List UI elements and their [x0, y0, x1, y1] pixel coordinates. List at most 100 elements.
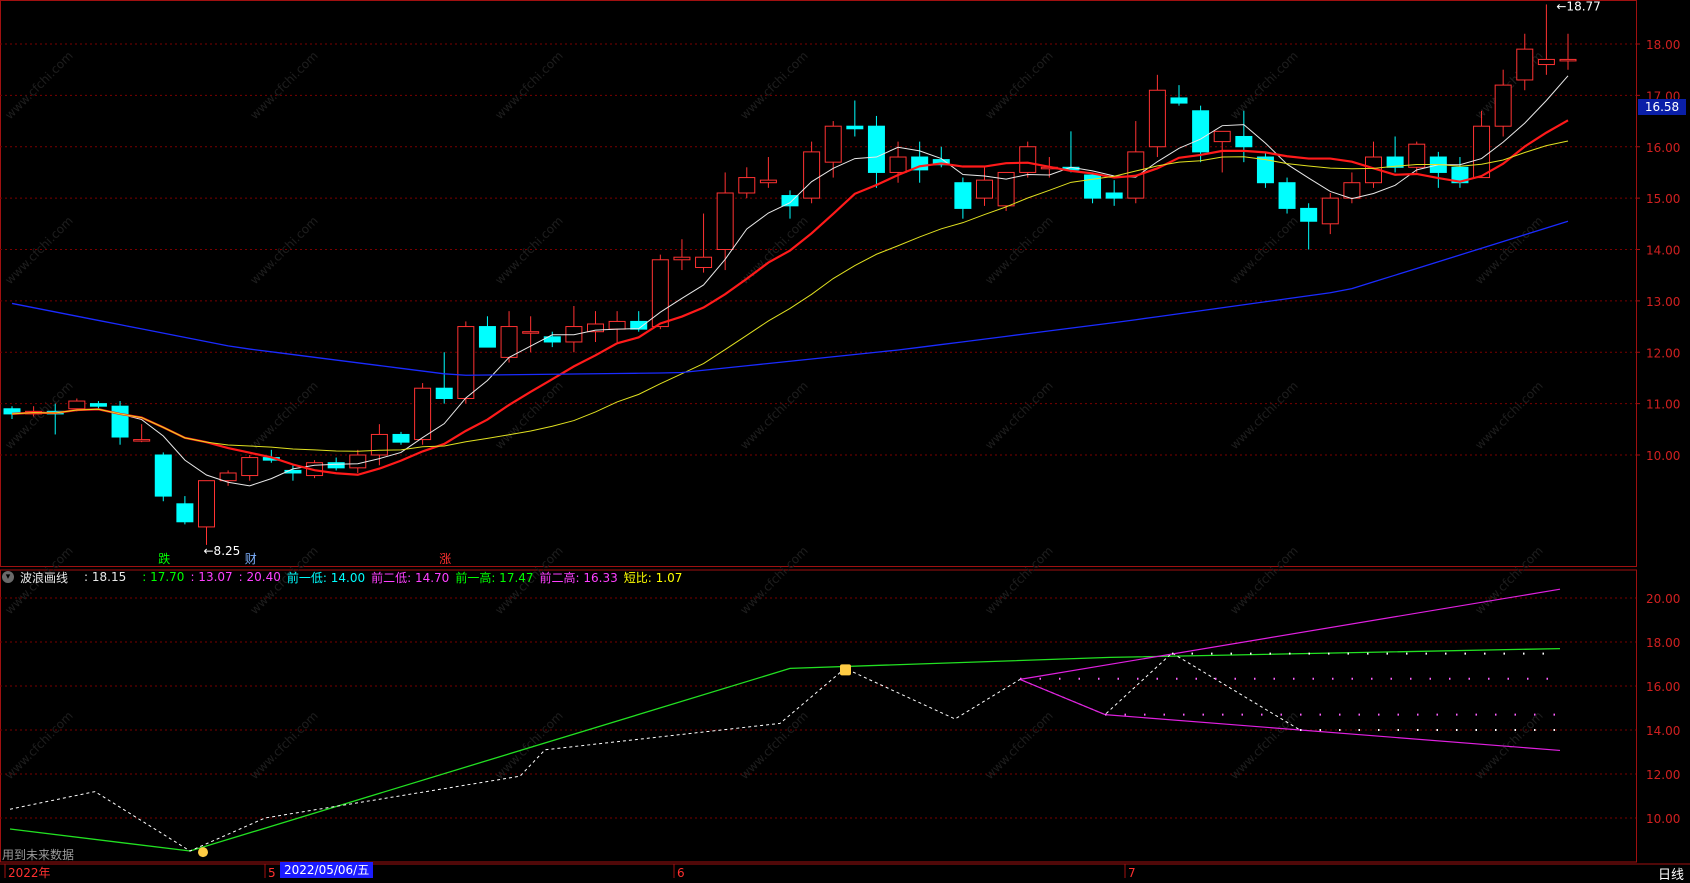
candle-down[interactable]: [1300, 207, 1318, 222]
candle-up[interactable]: [1213, 130, 1231, 143]
candle-down[interactable]: [954, 182, 972, 209]
candle-up[interactable]: [716, 192, 734, 251]
candle-up[interactable]: [976, 179, 993, 199]
candle-down[interactable]: [1105, 192, 1123, 199]
candle-up[interactable]: [133, 439, 151, 442]
candle-up[interactable]: [414, 387, 432, 441]
watermark-text: www.cfchi.com: [492, 214, 566, 288]
candle-up[interactable]: [889, 156, 907, 173]
watermark-text: www.cfchi.com: [982, 709, 1056, 783]
indicator-header: ▾ 波浪画线 : 18.15 : 17.70 : 13.07 : 20.40 前…: [2, 568, 682, 586]
candle-up[interactable]: [1148, 89, 1166, 148]
indicator-value-1: : 17.70: [142, 570, 185, 584]
watermark-text: www.cfchi.com: [982, 544, 1056, 618]
candle-down[interactable]: [111, 405, 129, 438]
candle-up[interactable]: [1321, 197, 1339, 225]
candle-up[interactable]: [673, 256, 691, 261]
candle-up[interactable]: [759, 179, 777, 184]
candle-down[interactable]: [89, 403, 107, 407]
watermark-text: www.cfchi.com: [2, 709, 76, 783]
low-label: ←8.25: [204, 544, 241, 558]
indicator-prev-low-2: 前二低: 14.70: [371, 570, 450, 585]
y-tick-label: 13.00: [1646, 295, 1680, 309]
sub-y-tick-label: 12.00: [1646, 768, 1680, 782]
watermark-text: www.cfchi.com: [492, 379, 566, 453]
ma10-line: [11, 119, 1569, 476]
candle-down[interactable]: [392, 433, 410, 443]
signal-marker[interactable]: 涨: [439, 551, 451, 566]
signal-marker[interactable]: 跌: [158, 551, 170, 566]
channel-join-line: [1019, 678, 1106, 716]
candle-down[interactable]: [154, 454, 172, 497]
x-label-july: 7: [1128, 866, 1136, 880]
candle-down[interactable]: [630, 320, 648, 330]
watermark-text: www.cfchi.com: [492, 709, 566, 783]
wave-zigzag-line: [9, 652, 1301, 852]
indicator-name[interactable]: 波浪画线: [20, 569, 68, 586]
y-tick-label: 18.00: [1646, 38, 1680, 52]
candle-up[interactable]: [1494, 84, 1512, 127]
candle-up[interactable]: [824, 125, 842, 163]
watermark-text: www.cfchi.com: [1472, 544, 1546, 618]
candle-up[interactable]: [68, 400, 86, 410]
chart-canvas[interactable]: 18.0017.0016.0015.0014.0013.0012.0011.00…: [0, 0, 1690, 883]
candle-down[interactable]: [478, 326, 496, 348]
candle-up[interactable]: [500, 326, 518, 358]
signal-marker[interactable]: 财: [245, 552, 257, 566]
candle-up[interactable]: [1516, 48, 1534, 81]
cursor-date-label: 2022/05/06/五: [280, 862, 374, 878]
stock-chart-window[interactable]: 18.00 17.00 16.00 15.00 14.00 13.00 12.00 11.00…: [0, 0, 1690, 883]
candle-down[interactable]: [846, 125, 864, 130]
candle-down[interactable]: [1278, 182, 1296, 209]
watermark-text: www.cfchi.com: [982, 214, 1056, 288]
candle-down[interactable]: [327, 462, 345, 469]
watermark-text: www.cfchi.com: [1227, 214, 1301, 288]
candle-down[interactable]: [867, 125, 885, 173]
candle-down[interactable]: [1170, 97, 1188, 104]
candle-up[interactable]: [370, 433, 388, 456]
watermark-text: www.cfchi.com: [1472, 214, 1546, 288]
watermark-text: www.cfchi.com: [1227, 544, 1301, 618]
candle-down[interactable]: [435, 387, 453, 399]
x-label-may: 5: [268, 866, 276, 880]
candle-down[interactable]: [1235, 135, 1253, 148]
candle-up[interactable]: [1019, 146, 1037, 173]
candle-up[interactable]: [349, 454, 367, 469]
watermark-text: www.cfchi.com: [1227, 709, 1301, 783]
candle-up[interactable]: [522, 331, 540, 334]
indicator-ratio: 短比: 1.07: [623, 570, 683, 585]
watermark-text: www.cfchi.com: [1227, 49, 1301, 123]
watermark-text: www.cfchi.com: [737, 544, 811, 618]
candle-up[interactable]: [1537, 58, 1555, 66]
watermark-text: www.cfchi.com: [737, 709, 811, 783]
candle-up[interactable]: [803, 151, 821, 199]
sub-y-tick-label: 16.00: [1646, 680, 1680, 694]
candle-up[interactable]: [608, 320, 626, 330]
y-tick-label: 15.00: [1646, 192, 1680, 206]
watermark-text: www.cfchi.com: [2, 214, 76, 288]
candle-up[interactable]: [198, 480, 215, 528]
y-tick-label: 11.00: [1646, 398, 1680, 412]
candle-down[interactable]: [1192, 110, 1210, 153]
wave-trend-line: [9, 647, 1561, 852]
candle-down[interactable]: [176, 503, 194, 523]
candle-up[interactable]: [1408, 143, 1426, 168]
candle-up[interactable]: [695, 256, 713, 268]
watermark-text: www.cfchi.com: [737, 379, 811, 453]
candle-up[interactable]: [1343, 182, 1361, 199]
watermark-text: www.cfchi.com: [1227, 379, 1301, 453]
candle-up[interactable]: [241, 457, 259, 477]
candle-up[interactable]: [219, 472, 237, 482]
candle-up[interactable]: [457, 326, 475, 399]
candle-up[interactable]: [738, 177, 756, 194]
current-price-tag: 16.58: [1638, 99, 1686, 115]
candle-up[interactable]: [1473, 125, 1491, 179]
indicator-prev-high-1: 前一高: 17.47: [455, 570, 534, 585]
collapse-icon[interactable]: ▾: [2, 571, 14, 583]
watermark-text: www.cfchi.com: [737, 49, 811, 123]
period-selector[interactable]: 日线: [1658, 864, 1684, 883]
candle-up[interactable]: [565, 326, 583, 343]
indicator-prev-high-2: 前二高: 16.33: [539, 570, 618, 585]
candle-up[interactable]: [1559, 58, 1577, 62]
watermark-text: www.cfchi.com: [247, 49, 321, 123]
